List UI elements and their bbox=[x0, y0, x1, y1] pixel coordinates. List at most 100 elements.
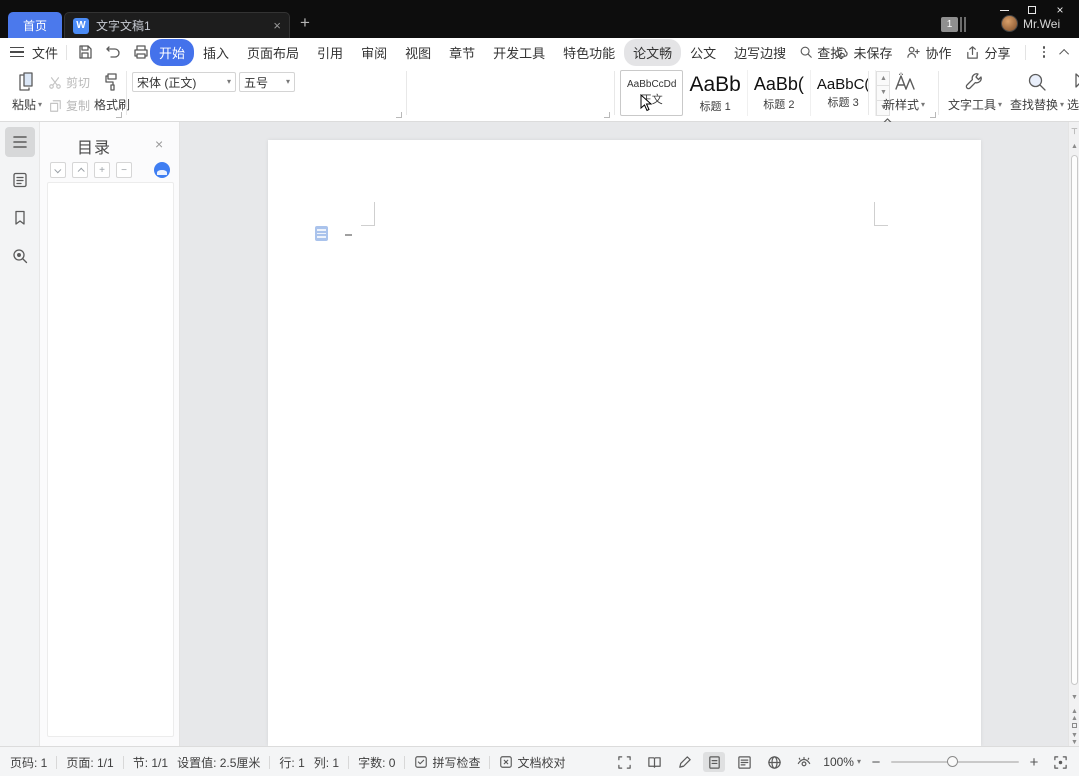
tab-special-features[interactable]: 特色功能 bbox=[554, 39, 624, 66]
previous-page-icon[interactable]: ▲▲ bbox=[1069, 708, 1079, 722]
tab-review[interactable]: 审阅 bbox=[352, 39, 396, 66]
eye-protect-button[interactable] bbox=[793, 752, 815, 772]
demote-button[interactable]: − bbox=[116, 162, 132, 178]
tab-home[interactable]: 开始 bbox=[150, 39, 194, 66]
zoom-out-button[interactable]: − bbox=[869, 754, 883, 771]
select-button[interactable]: 选择 bbox=[1062, 71, 1079, 113]
text-tool-button[interactable]: 文字工具▾ bbox=[946, 71, 1004, 113]
group-divider bbox=[406, 71, 407, 115]
font-dialog-launcher[interactable] bbox=[396, 112, 402, 118]
fit-page-button[interactable] bbox=[1049, 752, 1071, 772]
expand-all-button[interactable] bbox=[50, 162, 66, 178]
outline-view-icon bbox=[737, 755, 752, 770]
copy-button[interactable]: 复制 bbox=[48, 97, 90, 114]
quick-access-group: 文件 » bbox=[10, 38, 166, 66]
zoom-in-button[interactable]: + bbox=[1027, 754, 1041, 771]
paste-button[interactable]: 粘贴▾ bbox=[10, 71, 44, 113]
tab-page-layout[interactable]: 页面布局 bbox=[238, 39, 308, 66]
font-name-combo[interactable]: 宋体 (正文)▾ bbox=[132, 72, 236, 92]
tab-insert[interactable]: 插入 bbox=[194, 39, 238, 66]
clipboard-icon bbox=[16, 71, 38, 93]
notification-badge[interactable]: 1 bbox=[941, 17, 958, 32]
style-heading2[interactable]: AaBb( 标题 2 bbox=[748, 70, 811, 116]
style-heading3[interactable]: AaBbC( 标题 3 bbox=[811, 70, 877, 116]
status-margin-setting[interactable]: 设置值: 2.5厘米 bbox=[177, 754, 260, 771]
status-word-count[interactable]: 字数: 0 bbox=[358, 754, 395, 771]
tab-write-search[interactable]: 边写边搜 bbox=[725, 39, 795, 66]
panel-title: 目录 bbox=[77, 134, 111, 158]
spell-check-button[interactable]: 拼写检查 bbox=[414, 754, 480, 771]
scroll-up-icon[interactable]: ▲ bbox=[1069, 143, 1079, 150]
tab-references[interactable]: 引用 bbox=[308, 39, 352, 66]
maximize-button[interactable] bbox=[1017, 3, 1047, 17]
more-options-icon[interactable] bbox=[1040, 46, 1049, 58]
outline-empty-area[interactable] bbox=[47, 182, 174, 737]
undo-icon[interactable] bbox=[103, 42, 123, 62]
new-style-icon bbox=[892, 71, 916, 93]
status-line[interactable]: 行: 1 bbox=[279, 754, 304, 771]
home-tab[interactable]: 首页 bbox=[8, 12, 62, 38]
promote-button[interactable]: + bbox=[94, 162, 110, 178]
tab-paper-tools[interactable]: 论文畅 bbox=[624, 39, 681, 66]
document-tab[interactable]: W 文字文稿1 × bbox=[64, 12, 290, 38]
smart-insert-icon[interactable] bbox=[315, 226, 328, 241]
outline-view-button[interactable] bbox=[733, 752, 755, 772]
outline-panel-button[interactable] bbox=[5, 127, 35, 157]
read-view-button[interactable] bbox=[643, 752, 665, 772]
tab-developer[interactable]: 开发工具 bbox=[484, 39, 554, 66]
styles-dialog-launcher[interactable] bbox=[930, 112, 936, 118]
collapse-ribbon-icon[interactable] bbox=[1059, 48, 1069, 58]
panel-close-icon[interactable]: × bbox=[155, 136, 163, 152]
fullscreen-icon bbox=[617, 755, 632, 770]
status-pages[interactable]: 页面: 1/1 bbox=[66, 754, 113, 771]
ruler-toggle-icon[interactable]: ⊤ bbox=[1069, 128, 1079, 136]
select-browse-object-icon[interactable] bbox=[1072, 723, 1077, 728]
search-panel-button[interactable] bbox=[5, 241, 35, 271]
smart-outline-toggle[interactable] bbox=[154, 162, 170, 178]
clipboard-dialog-launcher[interactable] bbox=[116, 112, 122, 118]
style-heading1[interactable]: AaBb 标题 1 bbox=[683, 70, 747, 116]
font-size-combo[interactable]: 五号▾ bbox=[239, 72, 295, 92]
next-page-icon[interactable]: ▼▼ bbox=[1069, 732, 1079, 746]
notes-panel-button[interactable] bbox=[5, 165, 35, 195]
tab-close-icon[interactable]: × bbox=[273, 18, 281, 33]
bookmark-panel-button[interactable] bbox=[5, 203, 35, 233]
document-tab-title: 文字文稿1 bbox=[96, 17, 151, 34]
scrollbar-thumb[interactable] bbox=[1071, 155, 1078, 685]
close-button[interactable]: × bbox=[1045, 3, 1075, 17]
page-view-button[interactable] bbox=[703, 752, 725, 772]
zoom-slider[interactable] bbox=[891, 761, 1019, 763]
save-icon[interactable] bbox=[75, 42, 95, 62]
document-page[interactable] bbox=[268, 140, 981, 746]
file-menu[interactable]: 文件 bbox=[32, 43, 58, 62]
new-tab-button[interactable]: + bbox=[300, 14, 310, 31]
user-avatar[interactable] bbox=[1001, 15, 1018, 32]
paragraph-dialog-launcher[interactable] bbox=[604, 112, 610, 118]
document-proofing-button[interactable]: 文档校对 bbox=[499, 754, 565, 771]
print-icon[interactable] bbox=[131, 42, 151, 62]
status-section[interactable]: 节: 1/1 bbox=[133, 754, 168, 771]
collapse-all-button[interactable] bbox=[72, 162, 88, 178]
new-style-button[interactable]: 新样式▾ bbox=[878, 71, 930, 113]
status-column[interactable]: 列: 1 bbox=[314, 754, 339, 771]
tab-view[interactable]: 视图 bbox=[396, 39, 440, 66]
vertical-scrollbar[interactable]: ⊤ ▲ ▼ ▲▲ ▼▼ bbox=[1068, 122, 1079, 746]
status-page-number[interactable]: 页码: 1 bbox=[10, 754, 47, 771]
collaborate-button[interactable]: 协作 bbox=[906, 43, 951, 62]
tab-official-doc[interactable]: 公文 bbox=[681, 39, 725, 66]
tab-section[interactable]: 章节 bbox=[440, 39, 484, 66]
zoom-slider-thumb[interactable] bbox=[947, 756, 958, 767]
find-replace-button[interactable]: 查找替换▾ bbox=[1008, 71, 1066, 113]
web-view-button[interactable] bbox=[763, 752, 785, 772]
minimize-button[interactable] bbox=[989, 3, 1019, 17]
ink-mode-button[interactable] bbox=[673, 752, 695, 772]
writer-doc-icon: W bbox=[73, 18, 89, 34]
scroll-down-icon[interactable]: ▼ bbox=[1069, 694, 1079, 701]
zoom-level[interactable]: 100%▾ bbox=[823, 755, 861, 769]
cut-button[interactable]: 剪切 bbox=[48, 74, 90, 91]
pen-icon bbox=[677, 755, 692, 770]
save-status[interactable]: 未保存 bbox=[834, 43, 892, 62]
fullscreen-view-button[interactable] bbox=[613, 752, 635, 772]
share-button[interactable]: 分享 bbox=[965, 43, 1010, 62]
badge-bars-icon bbox=[960, 17, 966, 32]
